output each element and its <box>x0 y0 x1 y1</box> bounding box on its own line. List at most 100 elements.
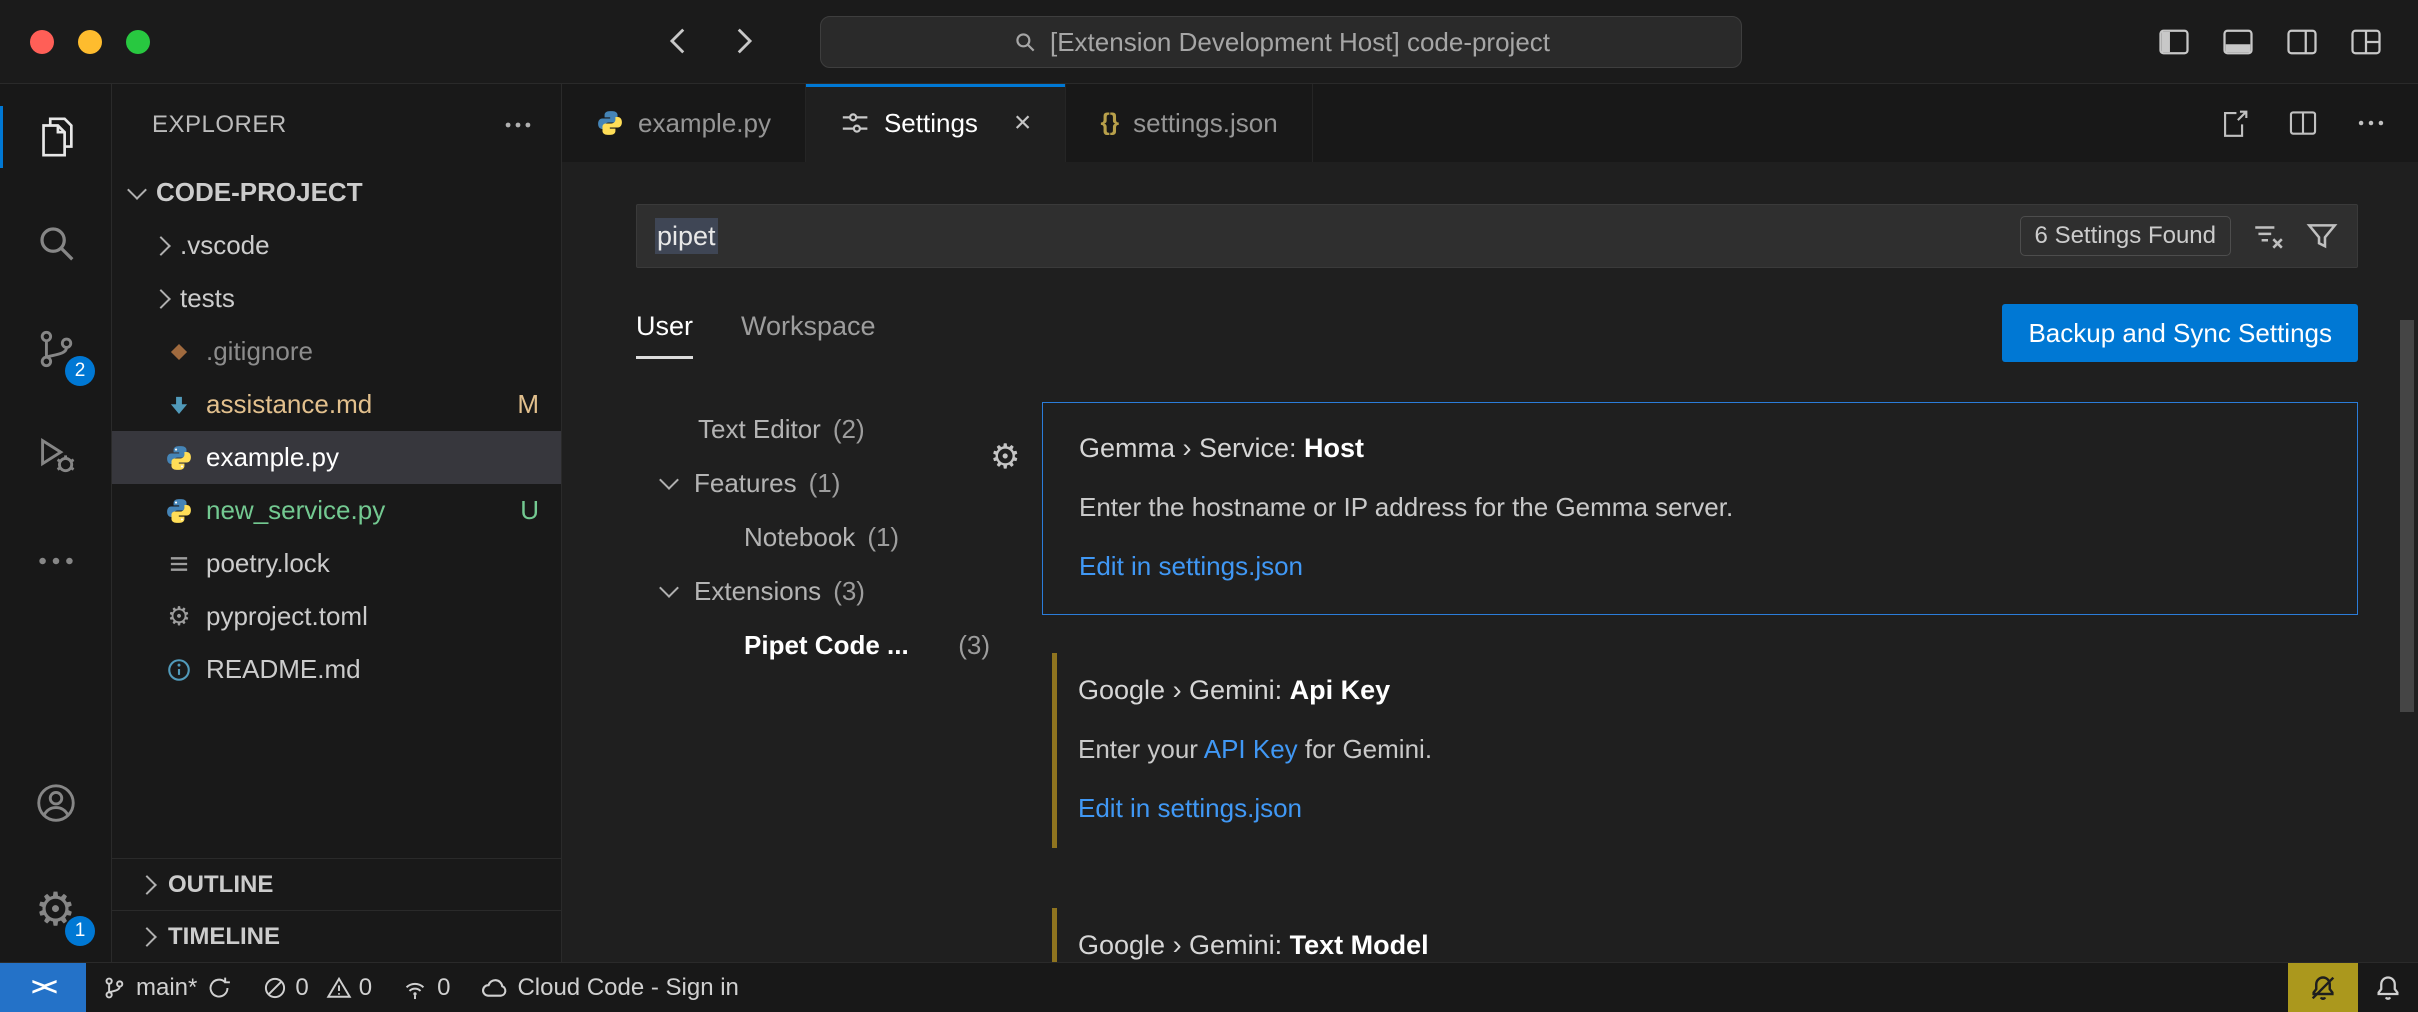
command-center[interactable]: [Extension Development Host] code-projec… <box>820 16 1742 68</box>
toggle-panel-icon[interactable] <box>2220 24 2256 60</box>
tab-label: settings.json <box>1133 108 1278 139</box>
vertical-scrollbar[interactable] <box>2400 320 2414 712</box>
file-poetry-lock[interactable]: poetry.lock <box>112 537 561 590</box>
scope-tab-user[interactable]: User <box>636 311 693 359</box>
setting-google-gemini-text-model[interactable]: Google › Gemini: Text Model <box>1042 900 2358 962</box>
close-tab-icon[interactable]: × <box>1014 108 1032 138</box>
file-example-py[interactable]: example.py <box>112 431 561 484</box>
git-diamond-icon <box>164 340 194 364</box>
activity-search[interactable] <box>0 190 111 296</box>
chevron-right-icon <box>137 875 157 895</box>
chevron-down-icon <box>659 578 679 598</box>
tab-settings-json[interactable]: {} settings.json <box>1066 84 1312 162</box>
setting-gemma-service-host[interactable]: Gemma › Service: Host Enter the hostname… <box>1042 402 2358 615</box>
go-back-icon[interactable] <box>662 24 696 58</box>
files-icon <box>33 114 79 160</box>
settings-scope-tabs: User Workspace Backup and Sync Settings <box>636 304 2358 366</box>
setting-name: Api Key <box>1290 675 1391 705</box>
cloud-code-label: Cloud Code - Sign in <box>517 974 738 1002</box>
cloud-code-signin[interactable]: Cloud Code - Sign in <box>465 963 753 1012</box>
settings-toc: Text Editor (2) Features (1) Notebook (1… <box>636 402 1016 962</box>
activity-account[interactable] <box>0 750 111 856</box>
toc-extensions[interactable]: Extensions (3) <box>636 564 1016 618</box>
go-forward-icon[interactable] <box>726 24 760 58</box>
python-icon <box>164 444 194 472</box>
file-assistance-md[interactable]: assistance.md M <box>112 378 561 431</box>
customize-layout-icon[interactable] <box>2348 24 2384 60</box>
git-branch-status[interactable]: main* <box>86 963 247 1012</box>
file-pyproject-toml[interactable]: ⚙ pyproject.toml <box>112 590 561 643</box>
folder-vscode[interactable]: .vscode <box>112 219 561 272</box>
scm-badge: 2 <box>65 356 95 386</box>
status-warning-item[interactable] <box>2288 963 2358 1012</box>
chevron-right-icon <box>137 927 157 947</box>
explorer-sidebar: EXPLORER CODE-PROJECT .vscode tests <box>112 84 562 962</box>
timeline-section[interactable]: TIMELINE <box>112 910 561 962</box>
close-window-button[interactable] <box>30 30 54 54</box>
json-braces-icon: {} <box>1100 109 1119 137</box>
activity-explorer[interactable] <box>0 84 111 190</box>
setting-category: Google › Gemini: <box>1078 930 1290 960</box>
explorer-actions-icon[interactable] <box>501 108 535 142</box>
toc-features[interactable]: Features (1) <box>636 456 1016 510</box>
minimize-window-button[interactable] <box>78 30 102 54</box>
file-gitignore[interactable]: .gitignore <box>112 325 561 378</box>
activity-bar: 2 ⚙ 1 <box>0 84 112 962</box>
chevron-down-icon <box>659 470 679 490</box>
scope-tab-workspace[interactable]: Workspace <box>741 311 876 359</box>
edit-in-settings-json-link[interactable]: Edit in settings.json <box>1078 793 2328 824</box>
activity-settings[interactable]: ⚙ 1 <box>0 856 111 962</box>
backup-sync-button[interactable]: Backup and Sync Settings <box>2002 304 2358 362</box>
run-debug-icon <box>33 432 79 478</box>
chevron-right-icon <box>151 289 171 309</box>
toc-text-editor[interactable]: Text Editor (2) <box>636 402 1016 456</box>
api-key-link[interactable]: API Key <box>1204 734 1298 764</box>
setting-actions-gear-icon[interactable]: ⚙ <box>990 440 1020 474</box>
activity-run-debug[interactable] <box>0 402 111 508</box>
notifications-bell[interactable] <box>2358 963 2418 1012</box>
tab-settings[interactable]: Settings × <box>806 84 1066 162</box>
folder-tests[interactable]: tests <box>112 272 561 325</box>
toggle-sidebar-left-icon[interactable] <box>2156 24 2192 60</box>
edit-in-settings-json-link[interactable]: Edit in settings.json <box>1079 551 2327 582</box>
setting-google-gemini-api-key[interactable]: Google › Gemini: Api Key Enter your API … <box>1042 645 2358 856</box>
ports-status[interactable]: 0 <box>387 963 465 1012</box>
errors-icon <box>262 975 288 1001</box>
toc-notebook[interactable]: Notebook (1) <box>636 510 1016 564</box>
setting-name: Host <box>1304 433 1364 463</box>
search-query-text: pipet <box>655 218 718 254</box>
branch-name: main* <box>136 974 197 1002</box>
python-icon <box>164 497 194 525</box>
activity-source-control[interactable]: 2 <box>0 296 111 402</box>
remote-indicator[interactable]: >< <box>0 963 86 1012</box>
file-new-service-py[interactable]: new_service.py U <box>112 484 561 537</box>
settings-editor: pipet 6 Settings Found User Workspace <box>562 162 2418 962</box>
zoom-window-button[interactable] <box>126 30 150 54</box>
bell-slash-icon <box>2308 973 2338 1003</box>
tab-bar: example.py Settings × {} settings.json <box>562 84 2418 162</box>
results-count-badge: 6 Settings Found <box>2020 216 2231 256</box>
open-changes-icon[interactable] <box>2218 106 2252 140</box>
tab-example-py[interactable]: example.py <box>562 84 806 162</box>
setting-category: Gemma › Service: <box>1079 433 1304 463</box>
git-status-badge: U <box>520 495 539 526</box>
more-actions-icon[interactable] <box>2354 106 2388 140</box>
clear-filters-icon[interactable] <box>2251 219 2285 253</box>
bell-icon <box>2373 973 2403 1003</box>
search-icon <box>33 220 79 266</box>
toggle-sidebar-right-icon[interactable] <box>2284 24 2320 60</box>
filter-icon[interactable] <box>2305 219 2339 253</box>
file-readme-md[interactable]: README.md <box>112 643 561 696</box>
tab-label: example.py <box>638 108 771 139</box>
problems-status[interactable]: 0 0 <box>247 963 387 1012</box>
settings-list: ⚙ Gemma › Service: Host Enter the hostna… <box>1042 402 2358 962</box>
outline-section[interactable]: OUTLINE <box>112 858 561 910</box>
split-editor-icon[interactable] <box>2286 106 2320 140</box>
settings-search-input[interactable]: pipet 6 Settings Found <box>636 204 2358 268</box>
activity-more[interactable] <box>0 508 111 614</box>
chevron-right-icon <box>151 236 171 256</box>
tree-root-code-project[interactable]: CODE-PROJECT <box>112 166 561 219</box>
toc-pipet-code[interactable]: Pipet Code ... (3) <box>636 618 1016 672</box>
status-bar: >< main* 0 0 <box>0 962 2418 1012</box>
list-icon <box>164 551 194 577</box>
